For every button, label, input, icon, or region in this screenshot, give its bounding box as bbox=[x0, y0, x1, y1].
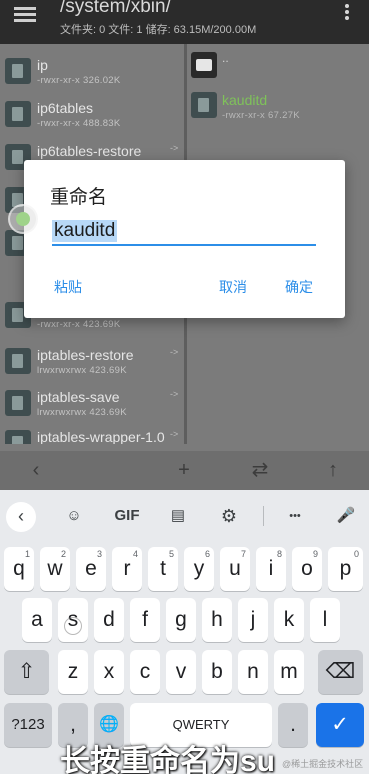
file-icon bbox=[5, 101, 31, 127]
file-name: ip bbox=[37, 57, 48, 73]
key-e[interactable]: e3 bbox=[76, 547, 106, 591]
file-meta: -rwxr-xr-x 423.69K bbox=[37, 319, 121, 330]
cancel-button[interactable]: 取消 bbox=[219, 277, 247, 297]
key-r[interactable]: r4 bbox=[112, 547, 142, 591]
file-meta: lrwxrwxrwx 423.69K bbox=[37, 365, 127, 376]
key-y[interactable]: y6 bbox=[184, 547, 214, 591]
back-icon[interactable]: ‹ bbox=[21, 457, 51, 483]
key-m[interactable]: m bbox=[274, 650, 304, 694]
file-meta: -rwxr-xr-x 67.27K bbox=[222, 110, 300, 121]
video-caption: 长按重命名为su bbox=[60, 745, 276, 774]
dialog-title: 重命名 bbox=[50, 187, 108, 208]
parent-folder-label: .. bbox=[222, 51, 229, 65]
period-key[interactable]: . bbox=[278, 703, 308, 747]
list-item[interactable]: iptables-save lrwxrwxrwx 423.69K -> bbox=[0, 376, 183, 418]
storage-info: 文件夹: 0 文件: 1 储存: 63.15M/200.00M bbox=[60, 24, 257, 36]
key-k[interactable]: k bbox=[274, 598, 304, 642]
list-item[interactable]: ip -rwxr-xr-x 326.02K bbox=[0, 44, 183, 86]
touch-indicator bbox=[8, 204, 38, 234]
key-a[interactable]: a bbox=[22, 598, 52, 642]
toolbar-separator bbox=[263, 506, 264, 526]
more-vert-icon[interactable] bbox=[342, 2, 352, 26]
watermark: @稀土掘金技术社区 bbox=[282, 759, 364, 769]
gif-button[interactable]: GIF bbox=[110, 502, 144, 530]
file-name: iptables-restore bbox=[37, 347, 134, 363]
touch-indicator bbox=[64, 617, 82, 635]
key-o[interactable]: o9 bbox=[292, 547, 322, 591]
path-title: /system/xbin/ bbox=[60, 0, 171, 17]
symbols-key[interactable]: ?123 bbox=[4, 703, 52, 747]
menu-icon[interactable] bbox=[14, 4, 38, 24]
selected-text: kauditd bbox=[52, 220, 118, 242]
key-z[interactable]: z bbox=[58, 650, 88, 694]
rename-input[interactable]: kauditd bbox=[52, 218, 316, 246]
settings-icon[interactable]: ⚙ bbox=[215, 502, 243, 530]
key-w[interactable]: w2 bbox=[40, 547, 70, 591]
key-q[interactable]: q1 bbox=[4, 547, 34, 591]
file-meta: -rwxr-xr-x 488.83K bbox=[37, 118, 121, 129]
arrow-up-icon[interactable]: ↑ bbox=[318, 457, 348, 483]
key-u[interactable]: u7 bbox=[220, 547, 250, 591]
file-name: iptables-wrapper-1.0 bbox=[37, 429, 165, 444]
sticker-icon[interactable]: ☺ bbox=[60, 502, 88, 530]
key-b[interactable]: b bbox=[202, 650, 232, 694]
key-l[interactable]: l bbox=[310, 598, 340, 642]
link-arrow-icon: -> bbox=[170, 347, 179, 357]
file-name: ip6tables bbox=[37, 100, 94, 116]
enter-key[interactable]: ✓ bbox=[316, 703, 364, 747]
key-i[interactable]: i8 bbox=[256, 547, 286, 591]
link-arrow-icon: -> bbox=[170, 143, 179, 153]
file-icon bbox=[191, 92, 217, 118]
ok-button[interactable]: 确定 bbox=[285, 277, 313, 297]
key-j[interactable]: j bbox=[238, 598, 268, 642]
file-meta: -rwxr-xr-x 326.02K bbox=[37, 75, 121, 86]
shift-key[interactable]: ⇧ bbox=[4, 650, 49, 694]
link-arrow-icon: -> bbox=[170, 429, 179, 439]
key-p[interactable]: p0 bbox=[328, 547, 363, 591]
key-g[interactable]: g bbox=[166, 598, 196, 642]
add-icon[interactable]: + bbox=[169, 457, 199, 483]
link-arrow-icon: -> bbox=[170, 389, 179, 399]
key-t[interactable]: t5 bbox=[148, 547, 178, 591]
backspace-key[interactable]: ⌫ bbox=[318, 650, 363, 694]
file-icon bbox=[5, 430, 31, 444]
key-d[interactable]: d bbox=[94, 598, 124, 642]
folder-icon bbox=[191, 52, 217, 78]
keyboard-toolbar: ‹ ☺ GIF ▤ ⚙ ••• 🎤 bbox=[0, 490, 369, 542]
keyboard-back-icon[interactable]: ‹ bbox=[6, 502, 36, 532]
clipboard-icon[interactable]: ▤ bbox=[164, 502, 192, 530]
list-item[interactable]: iptables-wrapper-1.0 -> bbox=[0, 416, 183, 444]
key-x[interactable]: x bbox=[94, 650, 124, 694]
list-item[interactable]: ip6tables -rwxr-xr-x 488.83K bbox=[0, 87, 183, 129]
more-icon[interactable]: ••• bbox=[280, 502, 310, 530]
top-toolbar: /system/xbin/ 文件夹: 0 文件: 1 储存: 63.15M/20… bbox=[0, 0, 369, 44]
file-name: ip6tables-restore bbox=[37, 143, 142, 159]
key-v[interactable]: v bbox=[166, 650, 196, 694]
file-icon bbox=[5, 58, 31, 84]
keyboard: ‹ ☺ GIF ▤ ⚙ ••• 🎤 q1 w2 e3 r4 t5 y6 u7 i… bbox=[0, 490, 369, 774]
bottom-action-bar: ‹ + ⇄ ↑ bbox=[0, 451, 369, 490]
swap-icon[interactable]: ⇄ bbox=[245, 457, 275, 483]
file-name: iptables-save bbox=[37, 389, 120, 405]
key-n[interactable]: n bbox=[238, 650, 268, 694]
key-f[interactable]: f bbox=[130, 598, 160, 642]
file-icon bbox=[5, 348, 31, 374]
key-c[interactable]: c bbox=[130, 650, 160, 694]
rename-dialog: 重命名 kauditd 粘贴 取消 确定 bbox=[24, 160, 345, 318]
file-icon bbox=[5, 390, 31, 416]
mic-icon[interactable]: 🎤 bbox=[333, 502, 359, 530]
key-h[interactable]: h bbox=[202, 598, 232, 642]
paste-button[interactable]: 粘贴 bbox=[54, 277, 82, 297]
file-name: kauditd bbox=[222, 92, 268, 108]
list-item[interactable]: iptables-restore lrwxrwxrwx 423.69K -> bbox=[0, 334, 183, 376]
